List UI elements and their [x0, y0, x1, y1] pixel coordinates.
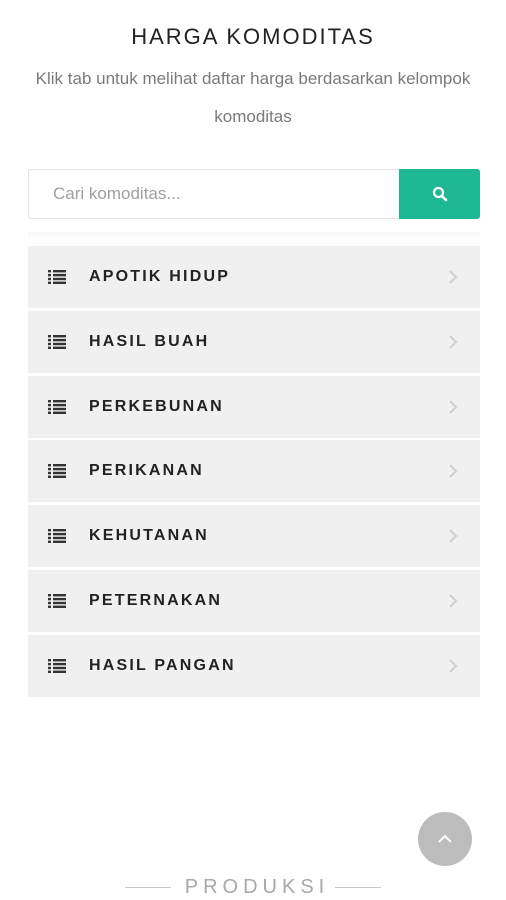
category-item-perkebunan[interactable]: PERKEBUNAN [28, 375, 480, 438]
category-label: HASIL BUAH [89, 332, 210, 350]
category-label: APOTIK HIDUP [89, 268, 231, 285]
section-heading-produksi: PRODUKSI [0, 874, 506, 900]
chevron-right-icon [449, 464, 458, 479]
divider [28, 232, 480, 242]
heading-line-right [335, 886, 382, 888]
search-bar [28, 169, 480, 219]
list-icon [48, 529, 66, 544]
list-icon [48, 399, 66, 414]
category-item-hasil-pangan[interactable]: HASIL PANGAN [28, 634, 480, 697]
section-heading-text: PRODUKSI [184, 875, 330, 898]
list-icon [48, 593, 66, 608]
category-label: PERKEBUNAN [89, 397, 224, 415]
chevron-right-icon [449, 399, 458, 414]
category-label: KEHUTANAN [89, 527, 209, 545]
search-input[interactable] [28, 169, 399, 219]
page-subtitle: Klik tab untuk melihat daftar harga berd… [35, 69, 471, 126]
category-item-apotik-hidup[interactable]: APOTIK HIDUP [28, 246, 480, 308]
chevron-right-icon [449, 594, 458, 608]
category-item-hasil-buah[interactable]: HASIL BUAH [28, 310, 480, 373]
category-item-peternakan[interactable]: PETERNAKAN [28, 569, 480, 632]
page-title: HARGA KOMODITAS [131, 24, 375, 49]
category-item-kehutanan[interactable]: KEHUTANAN [28, 505, 480, 568]
chevron-right-icon [449, 335, 458, 349]
category-label: HASIL PANGAN [89, 656, 236, 674]
list-icon [48, 270, 66, 284]
page: HARGA KOMODITAS Klik tab untuk melihat d… [0, 0, 506, 900]
list-icon [48, 464, 66, 479]
category-item-perikanan[interactable]: PERIKANAN [28, 440, 480, 503]
search-button[interactable] [399, 169, 480, 219]
heading-line-left [124, 886, 171, 888]
chevron-up-icon [438, 834, 452, 843]
category-list: APOTIK HIDUP HASIL BUAH PERKEBUNAN PERIK… [28, 246, 480, 700]
chevron-right-icon [449, 529, 458, 543]
scroll-top-button[interactable] [418, 812, 472, 866]
chevron-right-icon [449, 659, 458, 673]
list-icon [48, 334, 66, 349]
category-label: PERIKANAN [89, 462, 204, 480]
list-icon [48, 658, 66, 673]
chevron-right-icon [449, 270, 458, 284]
search-icon [432, 186, 447, 202]
category-label: PETERNAKAN [89, 591, 223, 609]
